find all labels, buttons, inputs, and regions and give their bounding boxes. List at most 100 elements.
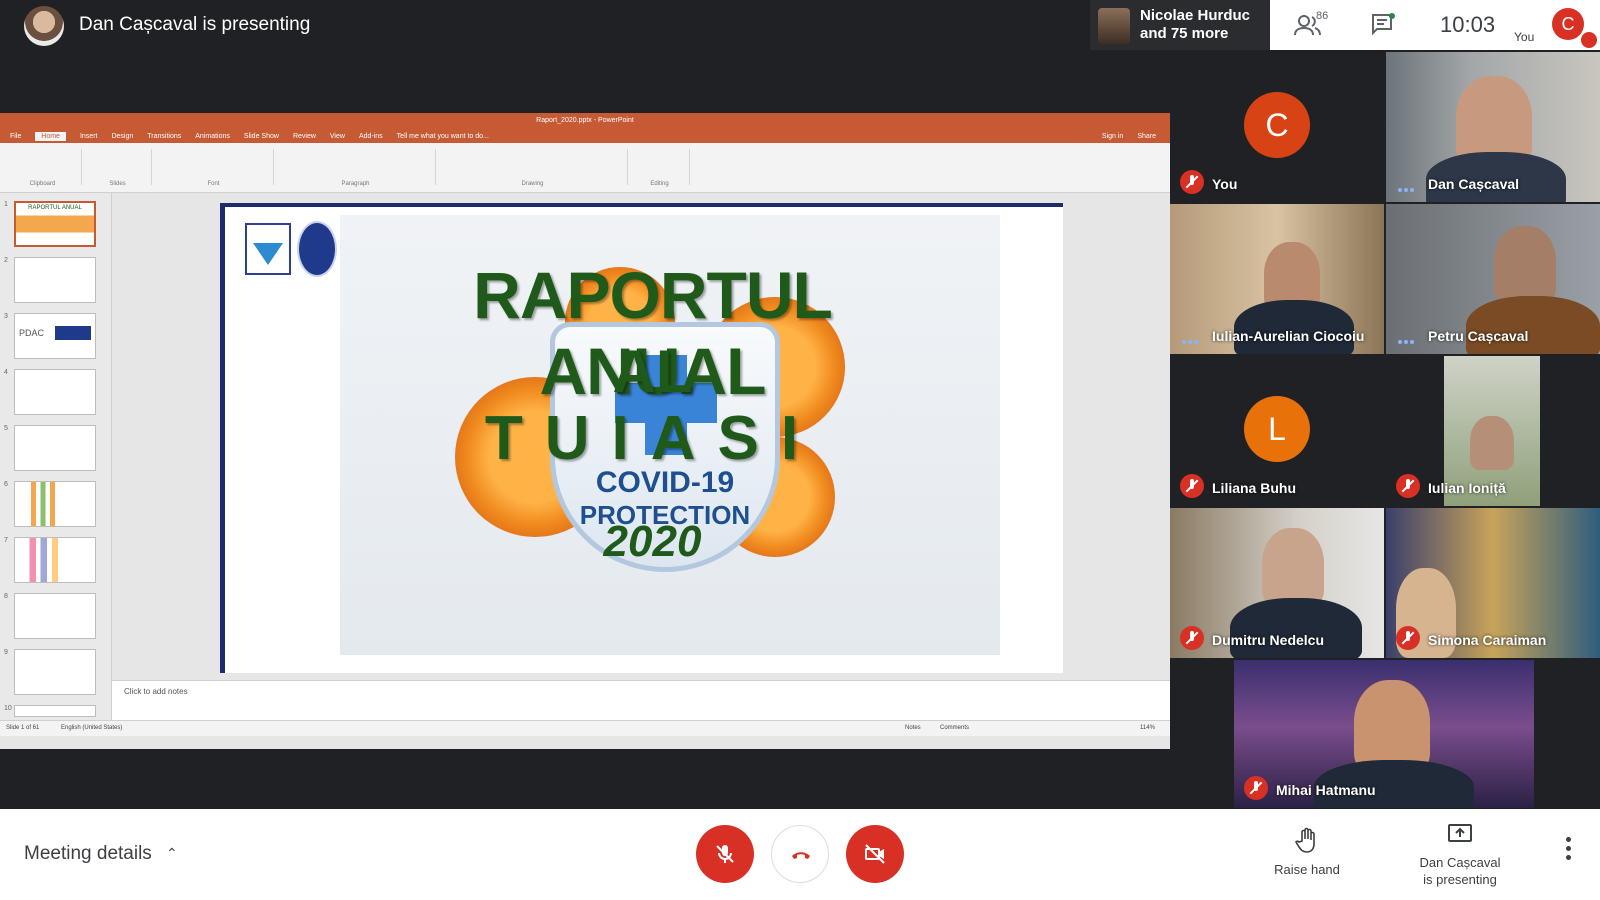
mic-muted-icon	[1396, 474, 1420, 498]
speaking-indicator-icon	[1398, 331, 1418, 344]
participant-tile[interactable]: Dan Cașcaval	[1386, 52, 1600, 202]
active-speaker-card[interactable]: Nicolae Hurduc and 75 more	[1090, 0, 1270, 50]
ppt-status-bar: Slide 1 of 61 English (United States) No…	[0, 720, 1170, 736]
slide-thumbnail-1[interactable]: RAPORTUL ANUAL	[14, 201, 96, 247]
self-mic-muted-icon	[1581, 32, 1597, 48]
ppt-editor: 1 RAPORTUL ANUAL 2 3 PDAC 4 5 6 7 8 9 10…	[0, 193, 1170, 736]
participant-tile[interactable]: Simona Caraiman	[1386, 508, 1600, 658]
slide-thumbnail-10[interactable]	[14, 705, 96, 717]
participant-tile[interactable]: Petru Cașcaval	[1386, 204, 1600, 354]
participant-name: Iulian Ioniță	[1428, 480, 1506, 496]
ppt-sign-in[interactable]: Sign in	[1102, 133, 1123, 140]
slide-thumbnail-8[interactable]	[14, 593, 96, 639]
mic-muted-icon	[1396, 626, 1420, 650]
top-right-controls: 86 10:03 You C	[1270, 0, 1600, 50]
leave-call-button[interactable]	[771, 825, 829, 883]
participant-name: Petru Cașcaval	[1428, 328, 1529, 344]
mic-muted-icon	[1180, 170, 1204, 194]
presentation-status-button[interactable]: Dan Cașcaval is presenting	[1405, 823, 1515, 888]
slide-thumbnail-9[interactable]	[14, 649, 96, 695]
ppt-tab-view[interactable]: View	[330, 133, 345, 140]
participant-tile[interactable]: L Liliana Buhu	[1170, 356, 1384, 506]
self-avatar[interactable]: C	[1552, 8, 1584, 40]
thumb-number: 2	[4, 257, 8, 264]
slide-thumbnail-3[interactable]: PDAC	[14, 313, 96, 359]
ppt-tab-home[interactable]: Home	[35, 131, 66, 141]
raise-hand-button[interactable]: Raise hand	[1262, 827, 1352, 877]
ribbon-group-paragraph: Paragraph	[276, 149, 436, 187]
participant-video	[1354, 680, 1430, 772]
slide-thumbnail-5[interactable]	[14, 425, 96, 471]
presenter-avatar	[24, 6, 64, 46]
chevron-up-icon[interactable]: ⌃	[166, 845, 178, 862]
ppt-tab-animations[interactable]: Animations	[195, 133, 230, 140]
slide-thumbnail-7[interactable]	[14, 537, 96, 583]
ppt-ribbon-tabs: File Home Insert Design Transitions Anim…	[0, 129, 1170, 143]
ppt-tab-transitions[interactable]: Transitions	[147, 133, 181, 140]
participant-tile[interactable]: Iulian Ioniță	[1386, 356, 1600, 506]
meeting-details-button[interactable]: Meeting details	[24, 843, 152, 865]
thumb-number: 10	[4, 705, 12, 712]
ppt-share[interactable]: Share	[1137, 133, 1156, 140]
thumb-number: 4	[4, 369, 8, 376]
participant-video	[1494, 226, 1556, 304]
thumb-number: 7	[4, 537, 8, 544]
ppt-ribbon: Clipboard Slides Font Paragraph Drawing …	[0, 143, 1170, 193]
ribbon-group-editing: Editing	[630, 149, 690, 187]
more-options-icon[interactable]	[1566, 837, 1572, 867]
hand-icon	[1294, 827, 1315, 853]
slide-thumbnails: 1 RAPORTUL ANUAL 2 3 PDAC 4 5 6 7 8 9 10	[0, 193, 112, 736]
presenting-name: Dan Cașcaval	[1419, 855, 1501, 870]
participant-name: You	[1212, 176, 1238, 192]
slide-thumbnail-4[interactable]	[14, 369, 96, 415]
ppt-tab-slideshow[interactable]: Slide Show	[244, 133, 279, 140]
ppt-tab-addins[interactable]: Add-ins	[359, 133, 383, 140]
raise-hand-label: Raise hand	[1274, 862, 1340, 877]
thumb-number: 9	[4, 649, 8, 656]
slide-thumbnail-6[interactable]	[14, 481, 96, 527]
participant-video	[1262, 528, 1324, 606]
top-bar: Dan Cașcaval is presenting Nicolae Hurdu…	[0, 0, 1600, 52]
participant-name: Simona Caraiman	[1428, 632, 1547, 648]
thumb-number: 1	[4, 201, 8, 208]
present-screen-icon	[1448, 824, 1472, 842]
comments-toggle[interactable]: Comments	[940, 725, 969, 731]
microphone-button[interactable]	[696, 825, 754, 883]
participant-tile[interactable]: Dumitru Nedelcu	[1170, 508, 1384, 658]
participant-name: Iulian-Aurelian Ciocoiu	[1212, 328, 1365, 344]
slide-subtitle-tuiasi: TUIASI	[484, 404, 821, 473]
participant-name: Mihai Hatmanu	[1276, 782, 1376, 798]
participant-name: Dumitru Nedelcu	[1212, 632, 1325, 648]
ppt-tab-insert[interactable]: Insert	[80, 133, 98, 140]
participant-tile[interactable]: Iulian-Aurelian Ciocoiu	[1170, 204, 1384, 354]
slide-canvas[interactable]: COVID-19 PROTECTION RAPORTUL ANUAL AL TU…	[220, 203, 1063, 673]
notes-pane[interactable]: Click to add notes	[112, 680, 1170, 720]
ribbon-group-drawing: Drawing	[438, 149, 628, 187]
chat-icon[interactable]	[1370, 12, 1396, 36]
ppt-window-title: Raport_2020.pptx - PowerPoint	[536, 117, 634, 124]
presenting-status: Dan Cașcaval is presenting	[79, 14, 311, 35]
slide-counter: Slide 1 of 61	[6, 725, 40, 731]
ppt-tab-review[interactable]: Review	[293, 133, 316, 140]
active-speaker-more: and 75 more	[1140, 25, 1229, 42]
participant-tile[interactable]: Mihai Hatmanu	[1234, 660, 1534, 808]
thumb-number: 6	[4, 481, 8, 488]
notes-toggle[interactable]: Notes	[905, 725, 921, 731]
ribbon-group-font: Font	[154, 149, 274, 187]
camera-button[interactable]	[846, 825, 904, 883]
avatar: L	[1244, 396, 1310, 462]
slide-thumbnail-2[interactable]	[14, 257, 96, 303]
participant-tile[interactable]: C You	[1170, 52, 1384, 202]
mic-muted-icon	[1180, 626, 1204, 650]
zoom-level[interactable]: 114%	[1140, 725, 1155, 731]
mic-off-icon	[716, 845, 734, 863]
ribbon-group-clipboard: Clipboard	[4, 149, 82, 187]
ppt-tell-me[interactable]: Tell me what you want to do...	[397, 133, 489, 140]
clock: 10:03	[1440, 12, 1496, 37]
ppt-tab-design[interactable]: Design	[111, 133, 133, 140]
thumb-number: 5	[4, 425, 8, 432]
active-speaker-name: Nicolae Hurduc	[1140, 7, 1251, 24]
hang-up-icon	[792, 852, 810, 859]
ppt-tab-file[interactable]: File	[10, 133, 21, 140]
ppt-title-bar: Raport_2020.pptx - PowerPoint	[0, 113, 1170, 129]
